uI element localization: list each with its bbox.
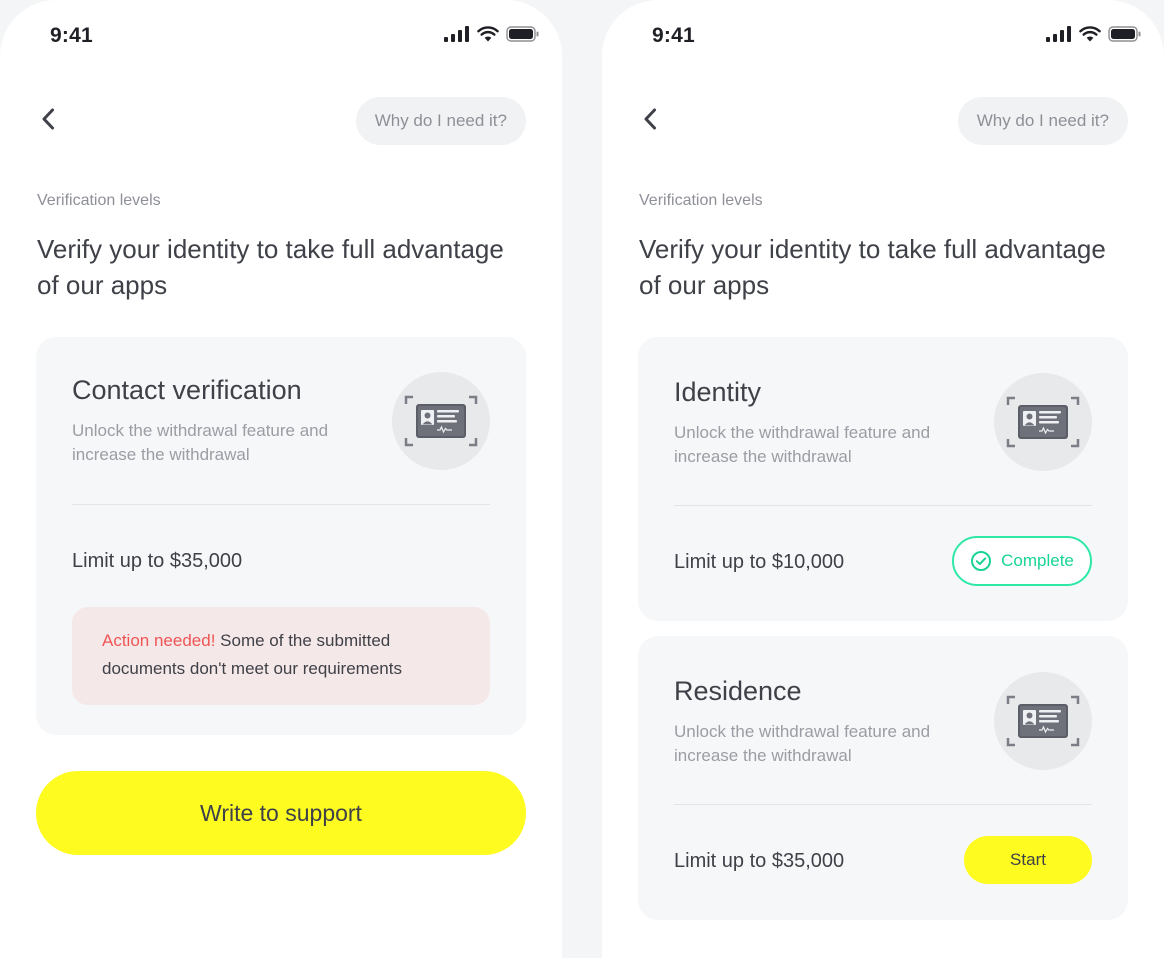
- section-subtitle: Verification levels: [37, 192, 161, 209]
- id-card-badge: [392, 372, 490, 470]
- id-card-icon: [1006, 695, 1080, 747]
- status-time: 9:41: [50, 24, 93, 47]
- chevron-left-icon: [42, 108, 54, 130]
- card-description: Unlock the withdrawal feature and increa…: [674, 722, 931, 765]
- status-icons: [444, 26, 540, 42]
- cellular-signal-icon: [444, 26, 469, 42]
- start-button[interactable]: Start: [964, 836, 1092, 884]
- card-title: Contact verification: [72, 375, 302, 405]
- limit-text: Limit up to $35,000: [72, 550, 243, 572]
- id-card-badge: [994, 373, 1092, 471]
- status-icons: [1046, 26, 1142, 42]
- status-time: 9:41: [652, 24, 695, 47]
- complete-status-badge: Complete: [952, 536, 1092, 586]
- action-needed-label: Action needed!: [102, 631, 216, 650]
- wifi-icon: [1079, 26, 1101, 42]
- complete-label: Complete: [1001, 551, 1074, 570]
- why-do-i-need-it-button[interactable]: Why do I need it?: [355, 97, 526, 145]
- limit-text: Limit up to $10,000: [674, 551, 845, 573]
- phone-screen-left: 9:41 Why do I need it? Verification leve…: [0, 0, 562, 958]
- card-description: Unlock the withdrawal feature and increa…: [674, 423, 931, 466]
- chevron-left-icon: [644, 108, 656, 130]
- battery-icon: [506, 26, 539, 42]
- write-to-support-button[interactable]: Write to support: [36, 771, 526, 855]
- identity-card: Identity Unlock the withdrawal feature a…: [638, 337, 1128, 621]
- why-do-i-need-it-button[interactable]: Why do I need it?: [957, 97, 1128, 145]
- card-divider: [674, 804, 1092, 805]
- card-description: Unlock the withdrawal feature and increa…: [72, 421, 329, 464]
- id-card-icon: [404, 395, 478, 447]
- battery-icon: [1108, 26, 1141, 42]
- contact-verification-card: Contact verification Unlock the withdraw…: [36, 337, 526, 735]
- check-circle-icon: [971, 551, 992, 571]
- card-divider: [72, 504, 490, 505]
- back-button[interactable]: [636, 104, 664, 134]
- card-title: Residence: [674, 676, 802, 706]
- action-needed-alert: Action needed! Some of the submitted doc…: [72, 607, 490, 705]
- page-title: Verify your identity to take full advant…: [639, 234, 1106, 300]
- id-card-badge: [994, 672, 1092, 770]
- id-card-icon: [1006, 396, 1080, 448]
- wifi-icon: [477, 26, 499, 42]
- card-title: Identity: [674, 377, 762, 407]
- cellular-signal-icon: [1046, 26, 1071, 42]
- limit-text: Limit up to $35,000: [674, 850, 845, 872]
- page-title: Verify your identity to take full advant…: [37, 234, 504, 300]
- card-divider: [674, 505, 1092, 506]
- section-subtitle: Verification levels: [639, 192, 763, 209]
- residence-card: Residence Unlock the withdrawal feature …: [638, 636, 1128, 920]
- phone-screen-right: 9:41 Why do I need it? Verification leve…: [602, 0, 1164, 958]
- back-button[interactable]: [34, 104, 62, 134]
